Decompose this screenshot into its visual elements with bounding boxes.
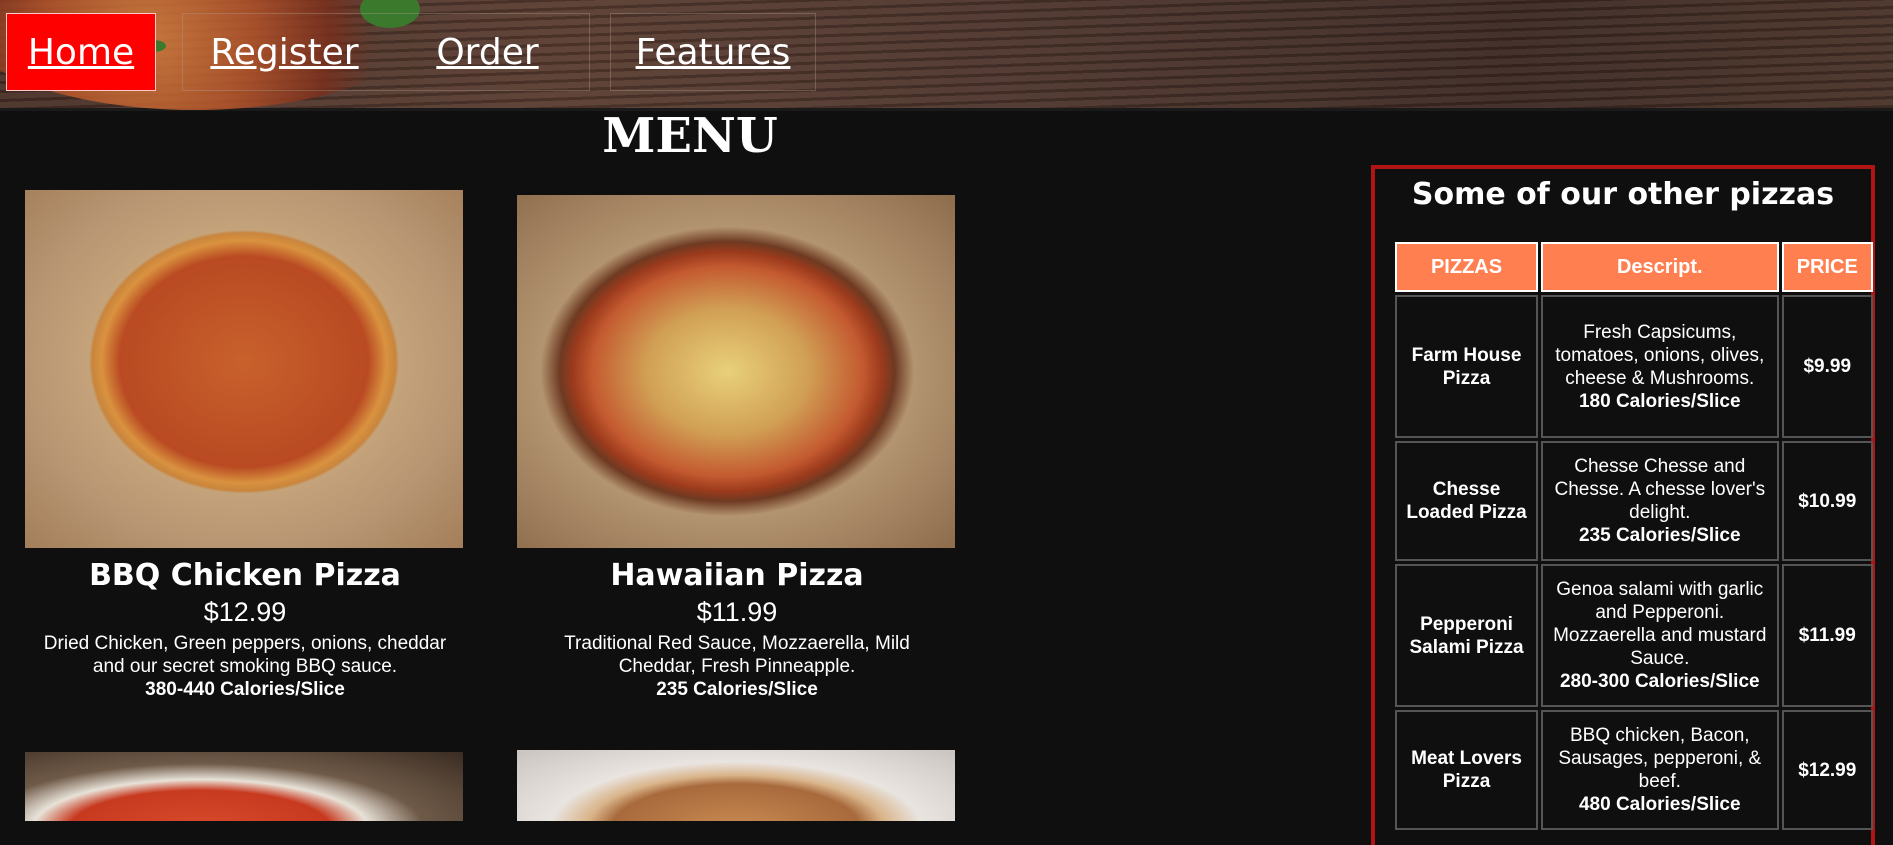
pizza-description: Fresh Capsicums, tomatoes, onions, olive… xyxy=(1541,295,1779,438)
table-row: Farm House Pizza Fresh Capsicums, tomato… xyxy=(1395,295,1873,438)
table-row: Pepperoni Salami Pizza Genoa salami with… xyxy=(1395,564,1873,707)
column-header-price: PRICE xyxy=(1781,242,1873,292)
table-row: Chesse Loaded Pizza Chesse Chesse and Ch… xyxy=(1395,441,1873,561)
column-header-description: Descript. xyxy=(1541,242,1779,292)
menu-card-partial-image[interactable] xyxy=(517,750,955,821)
table-row: Meat Lovers Pizza BBQ chicken, Bacon, Sa… xyxy=(1395,710,1873,830)
pizza-price: $10.99 xyxy=(1781,441,1873,561)
description-text: BBQ chicken, Bacon, Sausages, pepperoni,… xyxy=(1558,725,1762,792)
description-text: Chesse Chesse and Chesse. A chesse lover… xyxy=(1554,456,1766,523)
card-description: Traditional Red Sauce, Mozzaerella, Mild… xyxy=(564,633,910,677)
other-pizzas-panel: Some of our other pizzas PIZZAS Descript… xyxy=(1371,165,1875,845)
pizzas-table: PIZZAS Descript. PRICE Farm House Pizza … xyxy=(1392,239,1876,833)
pizza-description: BBQ chicken, Bacon, Sausages, pepperoni,… xyxy=(1541,710,1779,830)
pizza-description: Chesse Chesse and Chesse. A chesse lover… xyxy=(1541,441,1779,561)
pizza-name: Pepperoni Salami Pizza xyxy=(1395,564,1539,707)
card-price: $11.99 xyxy=(696,597,778,627)
bbq-pizza-image xyxy=(25,190,463,548)
pizza-name: Meat Lovers Pizza xyxy=(1395,710,1539,830)
hawaiian-pizza-image xyxy=(517,195,955,548)
card-name: Hawaiian Pizza xyxy=(610,558,864,593)
header-banner: Home Register Order Features xyxy=(0,0,1893,111)
calories-text: 480 Calories/Slice xyxy=(1578,794,1741,815)
nav-features[interactable]: Features xyxy=(610,13,816,91)
calories-text: 180 Calories/Slice xyxy=(1578,390,1741,412)
calories-text: 235 Calories/Slice xyxy=(1578,525,1741,546)
menu-card-hawaiian[interactable]: Hawaiian Pizza $11.99 Traditional Red Sa… xyxy=(517,190,957,701)
menu-card-bbq[interactable]: BBQ Chicken Pizza $12.99 Dried Chicken, … xyxy=(25,190,465,701)
pizza-price: $9.99 xyxy=(1781,295,1873,438)
pizza-description: Genoa salami with garlic and Pepperoni. … xyxy=(1541,564,1779,707)
card-calories: 380-440 Calories/Slice xyxy=(145,679,345,700)
card-calories: 235 Calories/Slice xyxy=(656,679,818,700)
card-name: BBQ Chicken Pizza xyxy=(89,558,401,593)
pizza-price: $11.99 xyxy=(1781,564,1873,707)
menu-title: MENU xyxy=(602,108,778,164)
description-text: Genoa salami with garlic and Pepperoni. … xyxy=(1553,579,1767,669)
panel-title: Some of our other pizzas xyxy=(1411,177,1835,212)
calories-text: 280-300 Calories/Slice xyxy=(1559,671,1760,692)
main-nav: Home Register Order Features xyxy=(6,13,816,91)
description-text: Fresh Capsicums, tomatoes, onions, olive… xyxy=(1555,321,1765,389)
pizza-price: $12.99 xyxy=(1781,710,1873,830)
nav-register[interactable]: Register xyxy=(182,13,386,91)
nav-order[interactable]: Order xyxy=(386,13,590,91)
menu-card-partial-image[interactable] xyxy=(25,752,463,821)
nav-home[interactable]: Home xyxy=(6,13,156,91)
card-price: $12.99 xyxy=(203,597,287,627)
pizza-name: Chesse Loaded Pizza xyxy=(1395,441,1539,561)
pizza-name: Farm House Pizza xyxy=(1395,295,1539,438)
column-header-pizzas: PIZZAS xyxy=(1395,242,1539,292)
card-description: Dried Chicken, Green peppers, onions, ch… xyxy=(43,633,447,677)
